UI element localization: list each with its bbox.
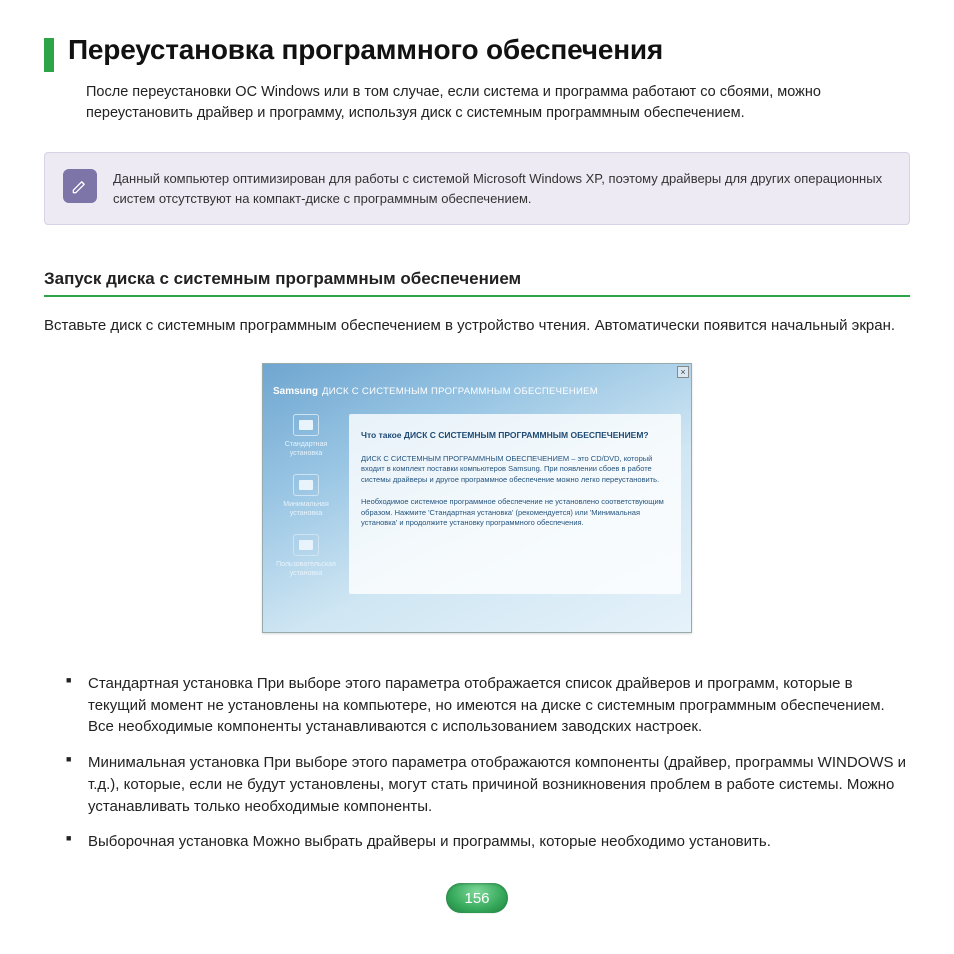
screenshot-sidebar-label: Пользовательская установка — [271, 560, 341, 578]
screenshot-sidebar-label: Стандартная установка — [271, 440, 341, 458]
pencil-note-icon — [63, 169, 97, 203]
standard-install-icon — [293, 414, 319, 436]
heading-accent-bar — [44, 38, 54, 72]
section-divider — [44, 295, 910, 297]
intro-paragraph: После переустановки ОС Windows или в том… — [86, 82, 910, 124]
screenshot-content-pane: Что такое ДИСК С СИСТЕМНЫМ ПРОГРАММНЫМ О… — [349, 414, 681, 594]
screenshot-brand: Samsung — [273, 386, 318, 397]
page-heading: Переустановка программного обеспечения — [68, 34, 663, 66]
screenshot-pane-heading: Что такое ДИСК С СИСТЕМНЫМ ПРОГРАММНЫМ О… — [361, 430, 669, 440]
list-item: Стандартная установка При выборе этого п… — [66, 673, 910, 738]
section-heading: Запуск диска с системным программным обе… — [44, 269, 910, 289]
screenshot-sidebar-item: Минимальная установка — [271, 474, 341, 518]
screenshot-title: ДИСК С СИСТЕМНЫМ ПРОГРАММНЫМ ОБЕСПЕЧЕНИЕ… — [322, 386, 598, 397]
installer-screenshot: × Samsung ДИСК С СИСТЕМНЫМ ПРОГРАММНЫМ О… — [262, 363, 692, 633]
list-item: Выборочная установка Можно выбрать драйв… — [66, 831, 910, 853]
screenshot-sidebar-item: Стандартная установка — [271, 414, 341, 458]
screenshot-pane-text: Необходимое системное программное обеспе… — [361, 497, 669, 529]
list-item: Минимальная установка При выборе этого п… — [66, 752, 910, 817]
minimal-install-icon — [293, 474, 319, 496]
note-callout: Данный компьютер оптимизирован для работ… — [44, 152, 910, 225]
screenshot-sidebar-label: Минимальная установка — [271, 500, 341, 518]
note-text: Данный компьютер оптимизирован для работ… — [113, 169, 891, 208]
close-icon: × — [677, 366, 689, 378]
page-number-badge: 156 — [446, 883, 508, 913]
install-options-list: Стандартная установка При выборе этого п… — [66, 673, 910, 853]
custom-install-icon — [293, 534, 319, 556]
screenshot-pane-text: ДИСК С СИСТЕМНЫМ ПРОГРАММНЫМ ОБЕСПЕЧЕНИЕ… — [361, 454, 669, 486]
screenshot-sidebar-item: Пользовательская установка — [271, 534, 341, 578]
section-body-text: Вставьте диск с системным программным об… — [44, 315, 910, 337]
